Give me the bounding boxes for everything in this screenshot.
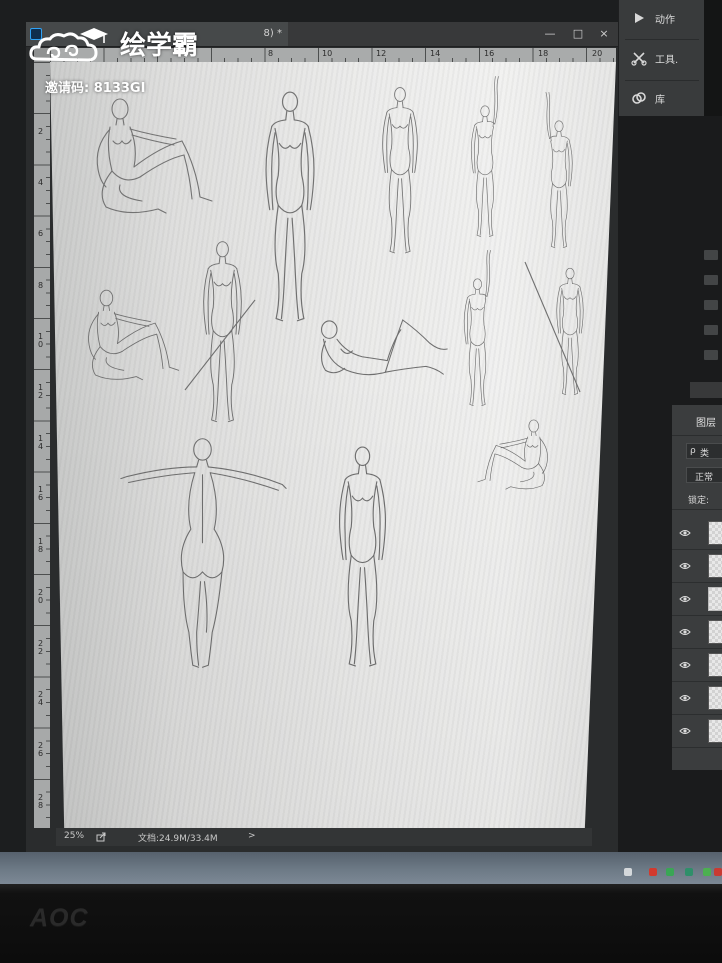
layer-thumbnail[interactable] bbox=[708, 620, 722, 644]
tray-icon[interactable] bbox=[624, 868, 632, 876]
panel-divider bbox=[625, 80, 699, 81]
ruler-label: 4 bbox=[37, 178, 44, 187]
lock-label: 锁定: bbox=[688, 496, 710, 506]
panel-label-tool-presets: 工具. bbox=[655, 55, 679, 66]
collapsed-panel-group: 动作 工具. 库 bbox=[618, 0, 704, 116]
filter-kind-label: 类 bbox=[700, 449, 710, 459]
eye-icon[interactable] bbox=[679, 562, 691, 570]
eye-icon[interactable] bbox=[679, 661, 691, 669]
layer-thumbnail[interactable] bbox=[708, 521, 722, 545]
zoom-level[interactable]: 25% bbox=[64, 831, 84, 841]
layer-row[interactable] bbox=[672, 517, 722, 550]
layer-thumbnail[interactable] bbox=[708, 554, 722, 578]
watermark: 绘学霸 邀请码: 8133GI bbox=[28, 24, 228, 96]
panel-divider bbox=[625, 39, 699, 40]
layer-row[interactable] bbox=[672, 715, 722, 748]
eye-icon[interactable] bbox=[679, 529, 691, 537]
ruler-label: 12 bbox=[376, 49, 387, 58]
ruler-label: 14 bbox=[430, 49, 441, 58]
layer-row[interactable] bbox=[672, 583, 722, 616]
watermark-invite-code: 邀请码: 8133GI bbox=[45, 81, 146, 96]
panel-button-actions[interactable]: 动作 bbox=[619, 2, 705, 36]
panel-icon[interactable] bbox=[704, 275, 718, 285]
tray-icon[interactable] bbox=[714, 868, 722, 876]
tray-icon[interactable] bbox=[666, 868, 674, 876]
monitor-bezel: AOC bbox=[0, 884, 722, 963]
layers-panel: 图层 ρ 类 正常 锁定: bbox=[672, 405, 722, 770]
panel-divider bbox=[672, 509, 722, 510]
eye-icon[interactable] bbox=[679, 727, 691, 735]
document-window: 8) * — □ × 8 10 12 14 16 18 20 2 4 6 8 1… bbox=[26, 22, 618, 852]
ruler-label: 16 bbox=[37, 485, 44, 502]
panel-button-tool-presets[interactable]: 工具. bbox=[619, 42, 705, 76]
ruler-label: 28 bbox=[37, 793, 44, 810]
eye-icon[interactable] bbox=[679, 694, 691, 702]
watermark-brand: 绘学霸 bbox=[120, 31, 199, 61]
blend-mode-value: 正常 bbox=[695, 473, 714, 483]
close-button[interactable]: × bbox=[594, 26, 614, 42]
tray-icon[interactable] bbox=[703, 868, 711, 876]
ruler-label: 10 bbox=[322, 49, 333, 58]
ruler-label: 8 bbox=[37, 281, 44, 290]
ruler-label: 22 bbox=[37, 639, 44, 656]
ruler-label: 20 bbox=[592, 49, 603, 58]
maximize-button[interactable]: □ bbox=[568, 26, 588, 42]
panel-label-actions: 动作 bbox=[655, 15, 675, 26]
panel-icon[interactable] bbox=[704, 350, 718, 360]
layer-filter-field[interactable]: ρ 类 bbox=[686, 443, 722, 459]
search-icon: ρ bbox=[690, 446, 696, 456]
ruler-label: 8 bbox=[268, 49, 274, 58]
layer-row[interactable] bbox=[672, 682, 722, 715]
panel-icon[interactable] bbox=[704, 325, 718, 335]
layer-thumbnail[interactable] bbox=[708, 719, 722, 743]
panel-button-libraries[interactable]: 库 bbox=[619, 82, 705, 116]
screen-glare bbox=[50, 62, 616, 828]
ruler-label: 20 bbox=[37, 588, 44, 605]
tray-icon[interactable] bbox=[649, 868, 657, 876]
panel-label-libraries: 库 bbox=[655, 95, 665, 106]
taskbar bbox=[0, 852, 722, 884]
ruler-label: 18 bbox=[538, 49, 549, 58]
layer-row[interactable] bbox=[672, 616, 722, 649]
layer-thumbnail[interactable] bbox=[708, 686, 722, 710]
ruler-label: 14 bbox=[37, 434, 44, 451]
blend-mode-select[interactable]: 正常 bbox=[686, 467, 722, 483]
ruler-label: 16 bbox=[484, 49, 495, 58]
ruler-label: 18 bbox=[37, 537, 44, 554]
layer-row[interactable] bbox=[672, 550, 722, 583]
document-size-info: 文档:24.9M/33.4M bbox=[138, 834, 218, 844]
panel-dock-edge bbox=[704, 0, 722, 116]
libraries-icon bbox=[632, 92, 646, 104]
layer-row[interactable] bbox=[672, 649, 722, 682]
panel-tab-strip[interactable] bbox=[690, 382, 722, 398]
status-menu-arrow[interactable]: > bbox=[248, 831, 256, 841]
eye-icon[interactable] bbox=[679, 595, 691, 603]
cloud-logo-icon bbox=[29, 28, 108, 62]
ruler-label: 6 bbox=[37, 229, 44, 238]
minimize-button[interactable]: — bbox=[540, 26, 560, 42]
layer-thumbnail[interactable] bbox=[708, 653, 722, 677]
vertical-ruler[interactable]: 2 4 6 8 10 12 14 16 18 20 22 24 26 28 bbox=[34, 62, 50, 828]
ruler-label: 2 bbox=[37, 127, 44, 136]
export-icon[interactable] bbox=[96, 832, 106, 842]
layer-thumbnail[interactable] bbox=[708, 587, 722, 611]
play-icon bbox=[635, 13, 644, 23]
status-bar: 25% 文档:24.9M/33.4M > bbox=[56, 828, 592, 846]
tray-icon[interactable] bbox=[685, 868, 693, 876]
tab-layers[interactable]: 图层 bbox=[696, 414, 716, 429]
ruler-label: 12 bbox=[37, 383, 44, 400]
monitor-brand-logo: AOC bbox=[30, 904, 89, 932]
ruler-label: 10 bbox=[37, 332, 44, 349]
panel-icon[interactable] bbox=[704, 300, 718, 310]
tool-presets-icon bbox=[631, 52, 647, 66]
ruler-label: 26 bbox=[37, 741, 44, 758]
document-canvas[interactable] bbox=[50, 62, 616, 828]
panel-icon[interactable] bbox=[704, 250, 718, 260]
eye-icon[interactable] bbox=[679, 628, 691, 636]
panel-divider bbox=[672, 435, 722, 436]
document-tab-title: 8) * bbox=[263, 28, 282, 39]
ruler-label: 24 bbox=[37, 690, 44, 707]
